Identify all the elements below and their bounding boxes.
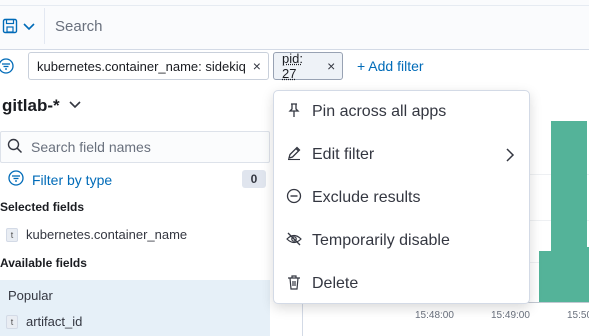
- histogram-bar[interactable]: [577, 247, 589, 302]
- menu-item-label: Exclude results: [312, 189, 421, 206]
- filter-pill-label: pid: 27: [282, 51, 303, 81]
- menu-item-delete[interactable]: Delete: [274, 264, 531, 304]
- index-pattern-selector[interactable]: gitlab-*: [2, 96, 82, 116]
- field-item[interactable]: t kubernetes.container_name: [6, 227, 187, 242]
- filter-pill-pid[interactable]: pid: 27 ×: [273, 51, 343, 81]
- index-pattern-name: gitlab-*: [2, 96, 60, 115]
- field-name: artifact_id: [26, 314, 83, 329]
- eye-closed-icon: [286, 231, 302, 252]
- top-strip: [0, 0, 589, 6]
- field-item[interactable]: t artifact_id: [6, 314, 82, 329]
- minus-circle-icon: [286, 188, 302, 209]
- field-search-placeholder: Search field names: [31, 139, 151, 155]
- field-sidebar: gitlab-* Search field names Filter by ty…: [0, 84, 272, 336]
- search-input[interactable]: Search: [44, 8, 589, 44]
- x-tick-label: 15:48:00: [415, 310, 454, 321]
- menu-item-exclude-results[interactable]: Exclude results: [274, 178, 531, 218]
- search-icon: [7, 138, 23, 157]
- add-filter-button[interactable]: + Add filter: [357, 58, 424, 74]
- menu-item-label: Pin across all apps: [312, 103, 447, 120]
- string-type-icon: t: [6, 227, 18, 242]
- selected-fields-title: Selected fields: [0, 200, 85, 214]
- histogram-bar[interactable]: [539, 251, 551, 302]
- x-tick-label: 15:50: [567, 310, 589, 321]
- menu-item-edit-filter[interactable]: Edit filter: [274, 135, 531, 175]
- filter-menu-icon[interactable]: [0, 58, 16, 79]
- field-search-input[interactable]: Search field names: [0, 131, 270, 163]
- filter-pill-label: kubernetes.container_name: sidekiq: [37, 58, 246, 74]
- popular-fields-section: Popular t artifact_id: [0, 280, 270, 336]
- trash-icon: [286, 274, 302, 295]
- pencil-icon: [286, 145, 302, 166]
- filter-by-type-button[interactable]: Filter by type: [8, 170, 112, 189]
- chevron-down-icon: [22, 19, 36, 33]
- available-fields-title: Available fields: [0, 256, 87, 270]
- query-bar: Search: [0, 0, 589, 50]
- filter-icon: [8, 170, 24, 189]
- menu-item-temporarily-disable[interactable]: Temporarily disable: [274, 221, 531, 261]
- save-query-icon: [2, 18, 18, 34]
- popular-title: Popular: [8, 288, 53, 303]
- filter-by-type-label: Filter by type: [32, 171, 113, 188]
- filter-pill-container-name[interactable]: kubernetes.container_name: sidekiq ×: [28, 52, 269, 80]
- menu-item-label: Edit filter: [312, 146, 375, 163]
- chevron-right-icon: [503, 147, 517, 168]
- remove-filter-icon[interactable]: ×: [246, 58, 268, 74]
- pin-icon: [286, 102, 302, 123]
- menu-item-label: Delete: [312, 275, 359, 292]
- saved-query-button[interactable]: [0, 8, 44, 44]
- search-placeholder: Search: [55, 17, 103, 35]
- field-name: kubernetes.container_name: [26, 227, 188, 242]
- filter-context-menu: Pin across all apps Edit filter Exclude …: [273, 90, 530, 304]
- string-type-icon: t: [6, 314, 18, 329]
- x-tick-label: 15:49:00: [491, 310, 530, 321]
- filter-bar: kubernetes.container_name: sidekiq × pid…: [0, 50, 589, 84]
- menu-item-label: Temporarily disable: [312, 232, 450, 249]
- filter-count-badge: 0: [242, 170, 266, 188]
- remove-filter-icon[interactable]: ×: [320, 58, 342, 74]
- menu-item-pin[interactable]: Pin across all apps: [274, 92, 531, 132]
- chevron-down-icon: [68, 96, 82, 116]
